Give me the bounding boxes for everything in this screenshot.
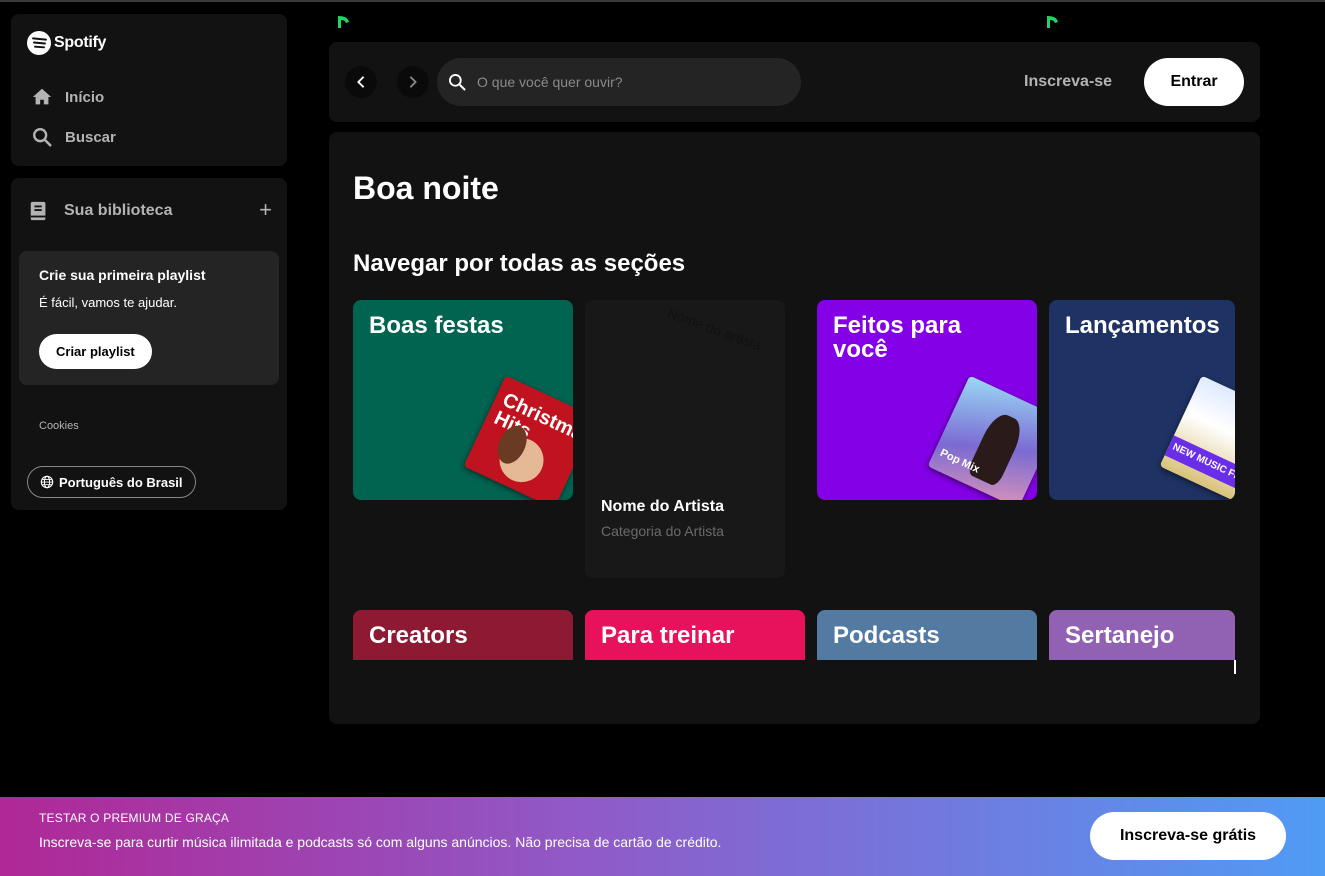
language-button[interactable]: Português do Brasil (27, 466, 196, 498)
scroll-indicator (1234, 660, 1236, 674)
signup-link[interactable]: Inscreva-se (1024, 73, 1112, 91)
category-tile-podcasts[interactable]: Podcasts (817, 610, 1037, 660)
create-playlist-button[interactable]: Criar playlist (39, 334, 152, 369)
globe-icon (40, 475, 54, 489)
cover-text: NEW MUSIC FRIDAY (1164, 435, 1235, 498)
library-header[interactable]: Sua biblioteca (28, 200, 172, 222)
artist-image-alt: Nome do artista (665, 304, 764, 354)
artist-name: Nome do Artista (601, 498, 724, 515)
plus-icon[interactable]: + (259, 199, 272, 221)
banner-text: Inscreva-se para curtir música ilimitada… (39, 834, 722, 850)
section-title: Navegar por todas as seções (353, 250, 686, 277)
cookies-link[interactable]: Cookies (39, 420, 79, 432)
main-content: Boa noite Navegar por todas as seções Bo… (329, 132, 1260, 724)
back-button[interactable] (345, 66, 377, 98)
forward-button[interactable] (397, 66, 429, 98)
chevron-right-icon (409, 76, 417, 88)
create-playlist-card: Crie sua primeira playlist É fácil, vamo… (19, 251, 279, 385)
spotify-logo-text: Spotify (54, 34, 107, 51)
new-music-friday-cover: NEW MUSIC FRIDAY (1159, 375, 1235, 500)
premium-banner[interactable]: TESTAR O PREMIUM DE GRAÇA Inscreva-se pa… (0, 797, 1325, 876)
category-tile-lancamentos[interactable]: Lançamentos NEW MUSIC FRIDAY (1049, 300, 1235, 500)
library-panel: Sua biblioteca + Crie sua primeira playl… (11, 178, 287, 510)
tile-title: Podcasts (833, 622, 940, 649)
sidebar-item-home-label: Início (65, 88, 105, 106)
home-icon (32, 88, 52, 105)
sidebar-nav-panel: Spotify Início Buscar (11, 14, 287, 166)
sidebar-item-search[interactable]: Buscar (31, 126, 116, 148)
sidebar-item-search-label: Buscar (65, 128, 116, 146)
category-tile-sertanejo[interactable]: Sertanejo (1049, 610, 1235, 660)
library-title: Sua biblioteca (64, 202, 173, 219)
artist-category: Categoria do Artista (601, 523, 724, 539)
cover-text: Pop Mix (938, 446, 982, 476)
language-label: Português do Brasil (59, 474, 183, 490)
artist-card[interactable]: Nome do artista Nome do Artista Categori… (585, 300, 785, 578)
tile-title: Lançamentos (1065, 312, 1220, 339)
green-cursor-icon (338, 16, 349, 28)
search-icon (33, 128, 52, 147)
login-button[interactable]: Entrar (1144, 58, 1244, 106)
cover-person (966, 409, 1027, 488)
pop-mix-cover: Pop Mix (927, 375, 1037, 500)
category-tile-boas-festas[interactable]: Boas festas Christmas Hits (353, 300, 573, 500)
christmas-hits-cover: Christmas Hits (463, 375, 573, 500)
tile-title: Feitos para você (833, 312, 962, 363)
page-title: Boa noite (353, 170, 499, 206)
tile-title: Boas festas (369, 312, 504, 339)
spotify-logo-icon (27, 31, 51, 55)
green-cursor-icon (1047, 16, 1058, 28)
library-icon (30, 201, 46, 221)
signup-free-button[interactable]: Inscreva-se grátis (1090, 812, 1286, 860)
tile-title: Sertanejo (1065, 622, 1175, 649)
tile-title: Para treinar (601, 622, 735, 649)
window-top-border (0, 0, 1325, 2)
search-input[interactable] (477, 74, 777, 90)
category-tile-para-treinar[interactable]: Para treinar (585, 610, 805, 660)
banner-heading: TESTAR O PREMIUM DE GRAÇA (39, 811, 230, 825)
tile-title: Creators (369, 622, 468, 649)
chevron-left-icon (357, 76, 365, 88)
search-icon (449, 74, 466, 91)
spotify-logo[interactable]: Spotify (27, 31, 106, 55)
top-bar: Inscreva-se Entrar (329, 42, 1260, 122)
create-playlist-title: Crie sua primeira playlist (39, 267, 206, 283)
category-tile-creators[interactable]: Creators (353, 610, 573, 660)
search-bar[interactable] (437, 58, 801, 106)
create-playlist-subtitle: É fácil, vamos te ajudar. (39, 295, 178, 310)
sidebar-item-home[interactable]: Início (31, 86, 104, 108)
category-tile-feitos-para-voce[interactable]: Feitos para você Pop Mix (817, 300, 1037, 500)
